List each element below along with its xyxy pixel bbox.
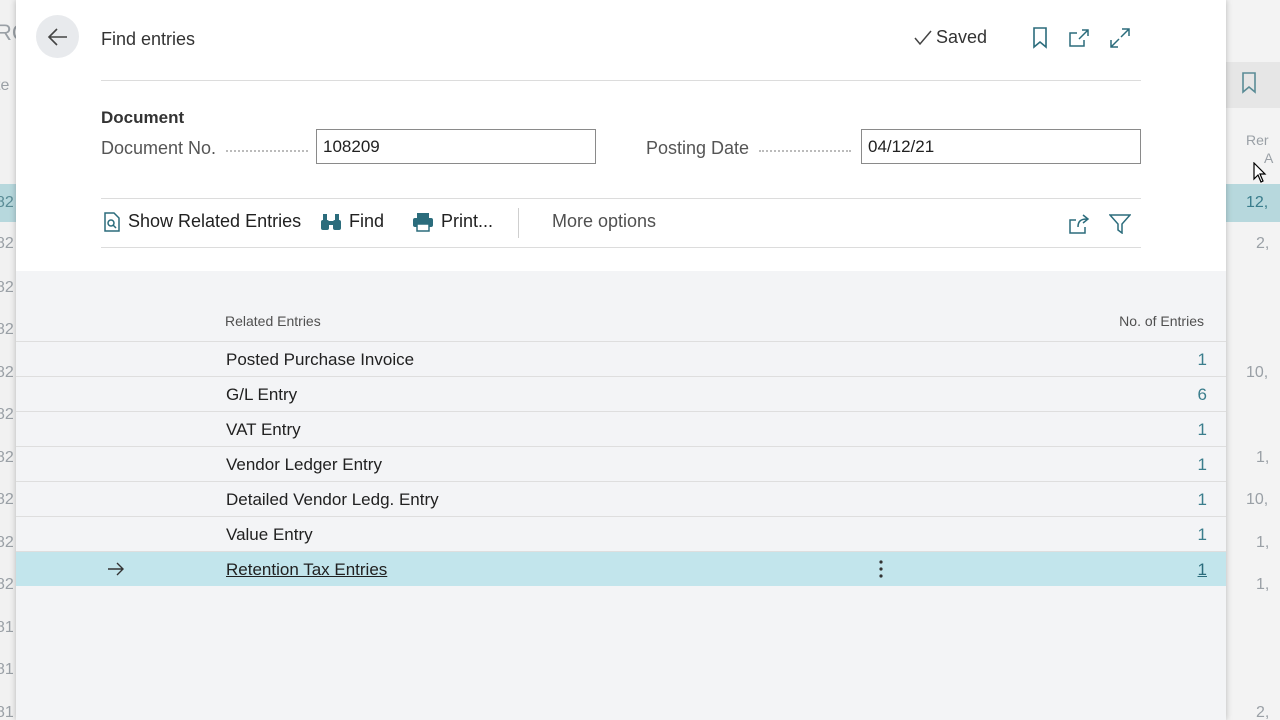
expand-button[interactable]: [1107, 25, 1133, 51]
entry-count-link[interactable]: 1: [1198, 560, 1207, 580]
document-search-icon: [104, 211, 120, 232]
entry-count-link[interactable]: 6: [1198, 385, 1207, 405]
background-value: 1,: [1256, 534, 1270, 551]
entry-count-link[interactable]: 1: [1198, 490, 1207, 510]
background-text: 82: [0, 321, 14, 338]
table-row[interactable]: Value Entry 1: [16, 516, 1226, 551]
toolbar-separator: [518, 208, 519, 238]
background-text: 82: [0, 534, 14, 551]
column-header-related-entries[interactable]: Related Entries: [225, 313, 321, 329]
divider: [101, 198, 1141, 199]
table-row-selected[interactable]: Retention Tax Entries 1: [16, 551, 1226, 586]
posting-date-label: Posting Date: [646, 138, 852, 159]
table-row[interactable]: G/L Entry 6: [16, 376, 1226, 411]
background-text: 82: [0, 576, 14, 593]
posting-date-label-text: Posting Date: [646, 138, 750, 158]
arrow-left-icon: [47, 27, 67, 46]
show-related-entries-button[interactable]: Show Related Entries: [103, 211, 301, 232]
divider: [101, 247, 1141, 248]
background-value: 2,: [1256, 704, 1270, 720]
background-text: 82: [0, 194, 14, 211]
dotted-leader: [226, 149, 309, 152]
background-value: 10,: [1246, 491, 1269, 508]
background-text: te: [0, 77, 10, 94]
background-text: 82: [0, 279, 14, 296]
background-value: 12,: [1246, 194, 1269, 211]
filter-button[interactable]: [1107, 211, 1133, 237]
saved-status: Saved: [914, 27, 987, 48]
printer-icon: [413, 212, 433, 232]
table-row[interactable]: VAT Entry 1: [16, 411, 1226, 446]
open-in-new-window-icon: [1069, 29, 1089, 47]
entry-name: Value Entry: [226, 525, 313, 544]
background-text: 81: [0, 661, 14, 678]
print-button[interactable]: Print...: [412, 211, 493, 232]
expand-icon: [1110, 28, 1130, 48]
saved-label: Saved: [936, 27, 988, 47]
bookmark-icon: [1033, 27, 1047, 49]
entry-name: G/L Entry: [226, 385, 298, 404]
background-left-strip: RC te . 82 82 82 82 82 82 82 82 82 82 81…: [0, 0, 16, 720]
filter-icon: [1109, 214, 1131, 234]
mouse-cursor-icon: [1253, 162, 1267, 183]
background-text: 82: [0, 364, 14, 381]
divider: [101, 80, 1141, 81]
entry-count-link[interactable]: 1: [1198, 525, 1207, 545]
dotted-leader: [759, 149, 852, 152]
background-text: 82: [0, 491, 14, 508]
more-options-button[interactable]: More options: [552, 211, 656, 232]
table-row[interactable]: Posted Purchase Invoice 1: [16, 341, 1226, 376]
find-entries-dialog: Find entries Saved Document Document No.…: [16, 0, 1226, 720]
background-text: 82: [0, 406, 14, 423]
table-row[interactable]: Detailed Vendor Ledg. Entry 1: [16, 481, 1226, 516]
posting-date-field[interactable]: 04/12/21: [861, 129, 1141, 164]
entry-name: Posted Purchase Invoice: [226, 350, 415, 369]
bookmark-icon: [1242, 72, 1256, 94]
background-value: 1,: [1256, 449, 1270, 466]
background-text: 81: [0, 704, 14, 720]
print-label: Print...: [441, 211, 494, 231]
entry-count-link[interactable]: 1: [1198, 455, 1207, 475]
arrow-right-icon: [108, 562, 124, 576]
back-button[interactable]: [36, 15, 79, 58]
entry-name: Vendor Ledger Entry: [226, 455, 382, 474]
bookmark-button[interactable]: [1027, 25, 1053, 51]
binoculars-icon: [321, 213, 341, 230]
open-new-window-button[interactable]: [1066, 25, 1092, 51]
background-column-header: Rer: [1246, 132, 1269, 148]
entry-count-link[interactable]: 1: [1198, 420, 1207, 440]
background-text: RC: [0, 20, 16, 45]
background-text: 82: [0, 449, 14, 466]
find-label: Find: [349, 211, 385, 231]
page-title: Find entries: [101, 29, 196, 49]
background-value: 2,: [1256, 235, 1270, 252]
section-title: Document: [101, 108, 185, 127]
background-value: 10,: [1246, 364, 1269, 381]
table-row[interactable]: Vendor Ledger Entry 1: [16, 446, 1226, 481]
share-button[interactable]: [1066, 211, 1092, 237]
entry-name: VAT Entry: [226, 420, 301, 439]
document-no-label-text: Document No.: [101, 138, 217, 158]
share-icon: [1069, 214, 1090, 234]
show-related-entries-label: Show Related Entries: [128, 211, 302, 231]
checkmark-icon: [914, 30, 932, 45]
background-text: 81: [0, 619, 14, 636]
more-vertical-icon[interactable]: [874, 558, 888, 580]
background-text: 82: [0, 235, 14, 252]
column-header-no-of-entries[interactable]: No. of Entries: [1119, 313, 1204, 329]
entry-name: Detailed Vendor Ledg. Entry: [226, 490, 439, 509]
document-no-label: Document No.: [101, 138, 309, 159]
background-right-strip: Rer A 12, 2, 10, 1, 10, 1, 1, 2,: [1226, 0, 1280, 720]
entry-name[interactable]: Retention Tax Entries: [226, 560, 387, 580]
background-value: 1,: [1256, 576, 1270, 593]
entry-count-link[interactable]: 1: [1198, 350, 1207, 370]
document-no-field[interactable]: 108209: [316, 129, 596, 164]
find-button[interactable]: Find: [320, 211, 384, 232]
related-entries-list: Related Entries No. of Entries Posted Pu…: [16, 271, 1226, 720]
